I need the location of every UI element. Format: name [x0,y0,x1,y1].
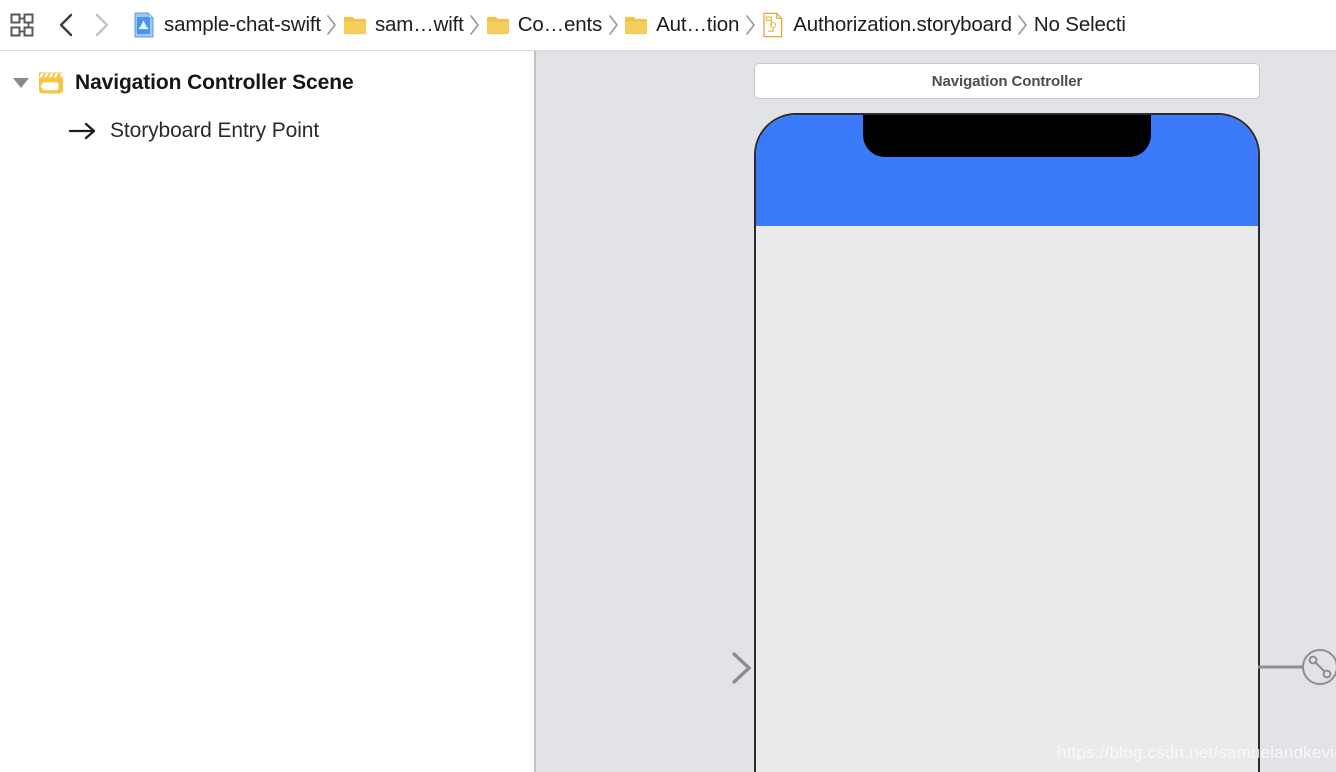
storyboard-file-icon [761,12,785,38]
breadcrumb: sample-chat-swift sam…wift Co…ents Aut…t… [132,8,1336,42]
jump-bar: sample-chat-swift sam…wift Co…ents Aut…t… [0,0,1336,51]
storyboard-entry-point-arrow[interactable] [634,648,756,688]
outline-entry-point-label: Storyboard Entry Point [110,119,320,142]
chevron-right-small-icon [327,15,337,35]
chevron-left-icon [59,13,73,37]
scene-clapperboard-icon-glyph [39,72,63,94]
related-items-grid-button[interactable] [7,10,37,40]
folder-icon [486,12,510,38]
storyboard-canvas[interactable]: Navigation Controller Navigation Control… [534,51,1336,772]
breadcrumb-item-project[interactable]: sample-chat-swift [132,8,321,42]
breadcrumb-separator [1012,14,1034,36]
device-navigation-bar [756,115,1258,226]
breadcrumb-item-selection[interactable]: No Selecti [1034,8,1126,42]
chevron-right-icon [95,13,109,37]
breadcrumb-label: Co…ents [517,12,603,36]
scene-clapperboard-icon [38,71,64,96]
entry-point-arrow-icon-glyph [68,122,96,140]
scene-title-label: Navigation Controller [931,72,1083,90]
breadcrumb-item-folder-3[interactable]: Aut…tion [624,8,739,42]
breadcrumb-item-folder-2[interactable]: Co…ents [486,8,602,42]
breadcrumb-label: No Selecti [1033,12,1126,36]
xcode-project-icon-glyph [134,12,154,38]
breadcrumb-item-folder-1[interactable]: sam…wift [343,8,464,42]
back-button[interactable] [50,8,84,42]
breadcrumb-label: Aut…tion [656,12,740,36]
chevron-right-small-icon [470,15,480,35]
xcode-storyboard-editor: sample-chat-swift sam…wift Co…ents Aut…t… [0,0,1336,772]
xcode-project-icon [132,12,156,38]
relationship-segue-icon[interactable] [1258,643,1336,691]
outline-scene-label: Navigation Controller Scene [75,71,354,94]
view-controller-device[interactable]: Navigation Controller [754,113,1260,772]
sidebar-canvas-divider[interactable] [534,51,536,772]
breadcrumb-label: sample-chat-swift [164,12,321,36]
chevron-right-small-icon [608,15,618,35]
triangle-down-icon[interactable] [10,72,32,94]
entry-point-arrow-icon [68,119,98,143]
folder-icon-glyph [625,16,648,35]
device-notch [863,115,1151,157]
breadcrumb-label: sam…wift [374,12,464,36]
folder-icon-glyph [486,16,509,35]
breadcrumb-label: Authorization.storyboard [793,12,1012,36]
breadcrumb-separator [321,14,343,36]
scene-title-chip[interactable]: Navigation Controller [754,63,1260,99]
breadcrumb-separator [602,14,624,36]
forward-button[interactable] [84,8,118,42]
breadcrumb-item-storyboard[interactable]: Authorization.storyboard [761,8,1012,42]
outline-row-entry-point[interactable]: Storyboard Entry Point [0,112,534,150]
storyboard-file-icon-glyph [763,12,783,38]
device-screen-body: Navigation Controller [756,226,1258,772]
chevron-right-small-icon [745,15,755,35]
folder-icon-glyph [343,16,366,35]
breadcrumb-separator [739,14,761,36]
folder-icon [624,12,648,38]
breadcrumb-separator [464,14,486,36]
document-outline: Navigation Controller Scene Storyboard E… [0,51,534,772]
folder-icon [343,12,367,38]
chevron-right-small-icon [1018,15,1028,35]
outline-row-scene[interactable]: Navigation Controller Scene [0,64,534,102]
related-items-grid-icon [10,13,34,37]
jump-bar-navigation [50,8,118,42]
